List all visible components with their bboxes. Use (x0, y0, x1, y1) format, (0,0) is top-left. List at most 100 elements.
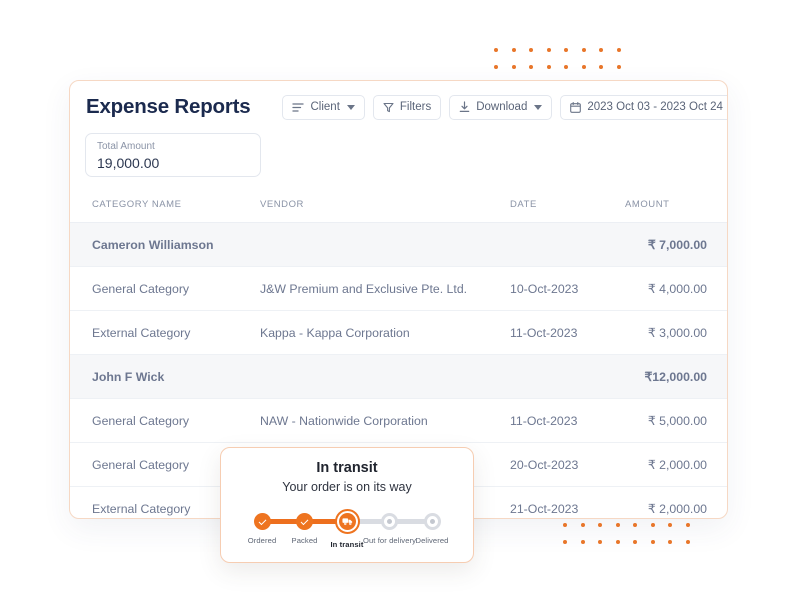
client-filter-label: Client (310, 101, 340, 113)
stepper-step-out-for-delivery[interactable]: Out for delivery (363, 510, 416, 554)
filters-label: Filters (399, 101, 432, 113)
decorative-dot (598, 540, 602, 544)
table-group-row[interactable]: John F Wick ₹12,000.00 (70, 354, 727, 399)
screenshot-root: Expense Reports Client Filters Download … (0, 0, 800, 605)
order-progress-stepper: Ordered Packed In transit Out for delivery D… (241, 509, 453, 554)
cell-date: 20-Oct-2023 (510, 442, 625, 487)
cell-category: Cameron Williamson (70, 222, 260, 267)
column-header-amount[interactable]: AMOUNT (625, 199, 727, 223)
cell-date (510, 222, 625, 267)
date-range-label: 2023 Oct 03 - 2023 Oct 24 (587, 101, 723, 113)
decorative-dot (615, 540, 620, 544)
check-icon-node (296, 513, 313, 530)
decorative-dot (599, 65, 603, 69)
sort-lines-icon (292, 102, 305, 113)
decorative-dot (633, 540, 637, 544)
decorative-dot (563, 523, 567, 527)
cell-date (510, 354, 625, 399)
decorative-dot (494, 65, 498, 69)
column-header-vendor[interactable]: VENDOR (260, 199, 510, 223)
cell-amount: ₹ 2,000.00 (625, 442, 727, 487)
cell-amount: ₹12,000.00 (625, 354, 727, 399)
card-header: Expense Reports Client Filters Download … (70, 81, 727, 133)
in-transit-title: In transit (316, 460, 378, 476)
table-head: CATEGORY NAME VENDOR DATE AMOUNT (70, 199, 727, 223)
stepper-step-delivered[interactable]: Delivered (411, 510, 453, 554)
stepper-step-label: Packed (291, 536, 318, 545)
download-button[interactable]: Download (449, 94, 553, 120)
decorative-dot (494, 48, 498, 52)
chevron-down-icon (346, 104, 355, 110)
decorative-dot (580, 540, 585, 544)
column-header-date[interactable]: DATE (510, 199, 625, 223)
funnel-icon (383, 102, 394, 113)
download-label: Download (476, 101, 528, 113)
decorative-dot (511, 48, 516, 52)
date-range-button[interactable]: 2023 Oct 03 - 2023 Oct 24 (560, 94, 727, 120)
decorative-dot (616, 48, 621, 52)
decorative-dot (685, 540, 690, 544)
stepper-step-label: Delivered (415, 536, 449, 545)
pending-node (381, 513, 398, 530)
table-row[interactable]: General Category NAW - Nationwide Corpora… (70, 398, 727, 443)
decorative-dot (598, 523, 602, 527)
toolbar: Client Filters Download 2023 Oct 03 - 20… (282, 94, 727, 120)
filters-button[interactable]: Filters (372, 94, 442, 120)
decorative-dot (633, 523, 637, 527)
check-icon-node (253, 513, 271, 530)
cell-amount: ₹ 5,000.00 (625, 398, 727, 443)
cell-category: General Category (70, 398, 260, 443)
stepper-step-label: Ordered (247, 536, 277, 545)
decorative-dot-grid-bottom (563, 523, 703, 557)
cell-amount: ₹ 4,000.00 (625, 266, 727, 311)
cell-vendor (260, 354, 510, 399)
calendar-icon (570, 101, 582, 113)
stepper-step-label: Out for delivery (362, 536, 417, 545)
in-transit-status-card: In transit Your order is on its way Orde… (220, 447, 474, 563)
table-row[interactable]: External Category Kappa - Kappa Corporati… (70, 310, 727, 355)
truck-icon-node (334, 509, 360, 534)
total-amount-card[interactable]: Total Amount 19,000.00 (85, 133, 261, 177)
decorative-dot (563, 540, 567, 544)
decorative-dot (564, 48, 568, 52)
cell-date: 11-Oct-2023 (510, 310, 625, 355)
decorative-dot (529, 48, 533, 52)
decorative-dot (529, 65, 533, 69)
decorative-dot (599, 48, 603, 52)
column-header-category[interactable]: CATEGORY NAME (70, 199, 260, 223)
pending-node (423, 513, 441, 530)
truck-icon (338, 513, 356, 530)
cell-amount: ₹ 2,000.00 (625, 486, 727, 518)
cell-date: 21-Oct-2023 (510, 486, 625, 518)
decorative-dot (580, 523, 585, 527)
client-filter-button[interactable]: Client (282, 94, 365, 120)
cell-date: 11-Oct-2023 (510, 398, 625, 443)
cell-vendor: Kappa - Kappa Corporation (260, 310, 510, 355)
cell-amount: ₹ 3,000.00 (625, 310, 727, 355)
table-group-row[interactable]: Cameron Williamson ₹ 7,000.00 (70, 222, 727, 267)
stepper-step-ordered[interactable]: Ordered (241, 510, 283, 554)
decorative-dot (546, 65, 551, 69)
decorative-dot (581, 65, 586, 69)
decorative-dot (650, 540, 655, 544)
decorative-dot (668, 523, 672, 527)
cell-vendor (260, 222, 510, 267)
total-amount-value: 19,000.00 (97, 155, 160, 171)
decorative-dot (616, 65, 621, 69)
total-amount-label: Total Amount (97, 141, 155, 152)
table-header-row: CATEGORY NAME VENDOR DATE AMOUNT (70, 199, 727, 223)
chevron-down-icon (534, 104, 543, 110)
decorative-dot-grid-top (494, 48, 634, 82)
cell-vendor: J&W Premium and Exclusive Pte. Ltd. (260, 266, 510, 311)
decorative-dot (511, 65, 516, 69)
cell-date: 10-Oct-2023 (510, 266, 625, 311)
stepper-step-in-transit[interactable]: In transit (326, 509, 368, 554)
stepper-step-packed[interactable]: Packed (284, 510, 326, 554)
decorative-dot (564, 65, 568, 69)
decorative-dot (546, 48, 551, 52)
in-transit-subtitle: Your order is on its way (282, 480, 412, 494)
table-row[interactable]: General Category J&W Premium and Exclusiv… (70, 266, 727, 311)
cell-amount: ₹ 7,000.00 (625, 222, 727, 267)
cell-category: General Category (70, 266, 260, 311)
stepper-steps: Ordered Packed In transit Out for delivery D… (241, 509, 453, 554)
